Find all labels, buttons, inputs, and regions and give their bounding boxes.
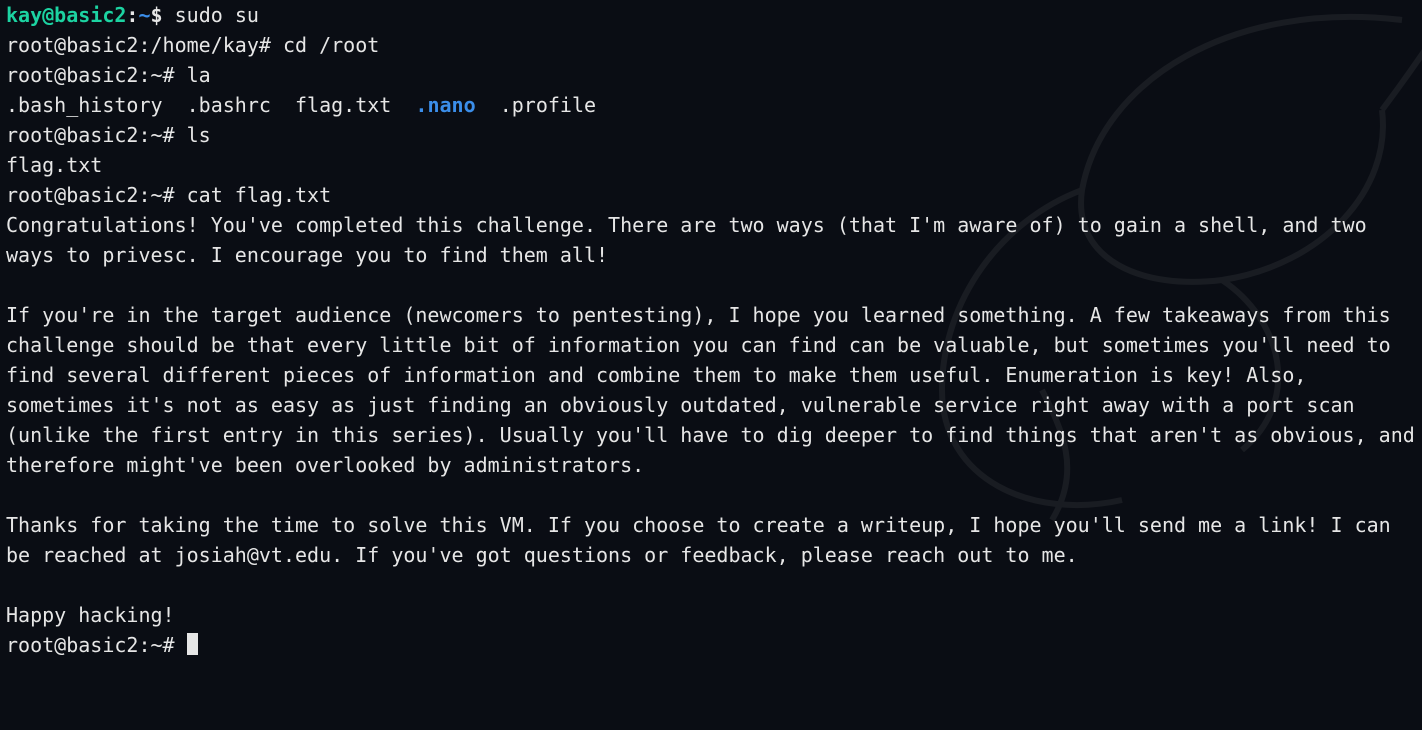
terminal-text: .nano xyxy=(415,93,475,117)
terminal-line: Congratulations! You've completed this c… xyxy=(6,210,1416,270)
terminal-text: ~ xyxy=(138,3,150,27)
terminal-text: Happy hacking! xyxy=(6,603,175,627)
terminal-line: root@basic2:~# ls xyxy=(6,120,1416,150)
terminal-line xyxy=(6,570,1416,600)
terminal-line: root@basic2:/home/kay# cd /root xyxy=(6,30,1416,60)
terminal-line: root@basic2:~# xyxy=(6,630,1416,660)
terminal-text: Thanks for taking the time to solve this… xyxy=(6,513,1403,567)
terminal-text: If you're in the target audience (newcom… xyxy=(6,303,1422,477)
terminal-text: .bash_history .bashrc flag.txt xyxy=(6,93,415,117)
terminal-text: $ xyxy=(151,3,175,27)
terminal-line: Thanks for taking the time to solve this… xyxy=(6,510,1416,570)
terminal-text: root@basic2:~# la xyxy=(6,63,211,87)
terminal-line: root@basic2:~# la xyxy=(6,60,1416,90)
terminal-line: Happy hacking! xyxy=(6,600,1416,630)
terminal-text: root@basic2:/home/kay# cd /root xyxy=(6,33,379,57)
terminal-line: flag.txt xyxy=(6,150,1416,180)
terminal-output[interactable]: kay@basic2:~$ sudo su root@basic2:/home/k… xyxy=(0,0,1422,660)
terminal-text: Congratulations! You've completed this c… xyxy=(6,213,1379,267)
terminal-text: root@basic2:~# xyxy=(6,633,187,657)
cursor xyxy=(187,633,198,655)
terminal-text: root@basic2:~# ls xyxy=(6,123,211,147)
terminal-line: kay@basic2:~$ sudo su xyxy=(6,0,1416,30)
terminal-line xyxy=(6,480,1416,510)
terminal-text: root@basic2:~# cat flag.txt xyxy=(6,183,331,207)
terminal-text: kay@basic2 xyxy=(6,3,126,27)
terminal-line: root@basic2:~# cat flag.txt xyxy=(6,180,1416,210)
terminal-line: If you're in the target audience (newcom… xyxy=(6,300,1416,480)
terminal-line: .bash_history .bashrc flag.txt .nano .pr… xyxy=(6,90,1416,120)
terminal-text: : xyxy=(126,3,138,27)
terminal-line xyxy=(6,270,1416,300)
terminal-text: sudo su xyxy=(175,3,259,27)
terminal-text: flag.txt xyxy=(6,153,102,177)
terminal-text: .profile xyxy=(476,93,596,117)
